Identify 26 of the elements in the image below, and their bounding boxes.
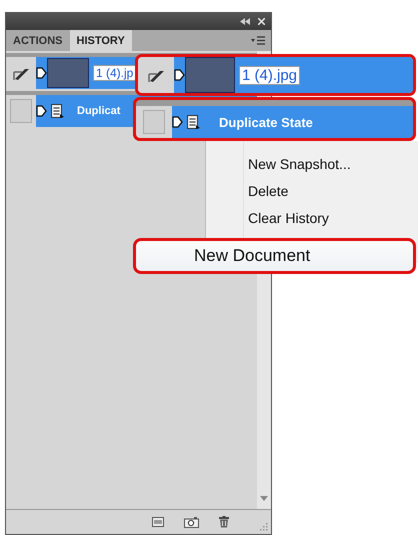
collapse-icon[interactable] bbox=[240, 18, 250, 25]
panel-tab[interactable]: HISTORY bbox=[70, 30, 132, 51]
document-icon bbox=[51, 104, 65, 118]
menu-item[interactable]: New Document bbox=[133, 238, 416, 274]
state-pointer-icon bbox=[36, 67, 47, 79]
trash-icon[interactable] bbox=[219, 516, 229, 528]
menu-item[interactable]: Delete bbox=[206, 177, 418, 204]
resize-grip-icon[interactable] bbox=[259, 522, 268, 531]
state-name: Duplicate State bbox=[219, 114, 313, 130]
state-pointer-icon bbox=[172, 116, 183, 128]
camera-icon[interactable] bbox=[184, 516, 199, 528]
state-pointer-icon bbox=[174, 69, 185, 81]
panel-tab[interactable]: ACTIONS bbox=[6, 30, 70, 51]
photo-placeholder bbox=[185, 57, 235, 93]
new-document-icon[interactable] bbox=[152, 517, 164, 527]
photo-placeholder bbox=[47, 58, 89, 88]
state-name: Duplicat bbox=[77, 105, 120, 117]
close-icon[interactable] bbox=[258, 18, 265, 25]
snapshot-name: 1 (4).jp bbox=[93, 65, 136, 81]
panel-menu-icon[interactable] bbox=[251, 36, 265, 45]
scroll-down-arrow-icon[interactable] bbox=[260, 496, 268, 501]
snapshot-name: 1 (4).jpg bbox=[239, 66, 300, 84]
menu-item[interactable]: Clear History bbox=[206, 204, 418, 231]
state-pointer-icon bbox=[36, 105, 47, 117]
menu-item[interactable]: New Snapshot... bbox=[206, 150, 418, 177]
document-icon bbox=[187, 114, 201, 130]
